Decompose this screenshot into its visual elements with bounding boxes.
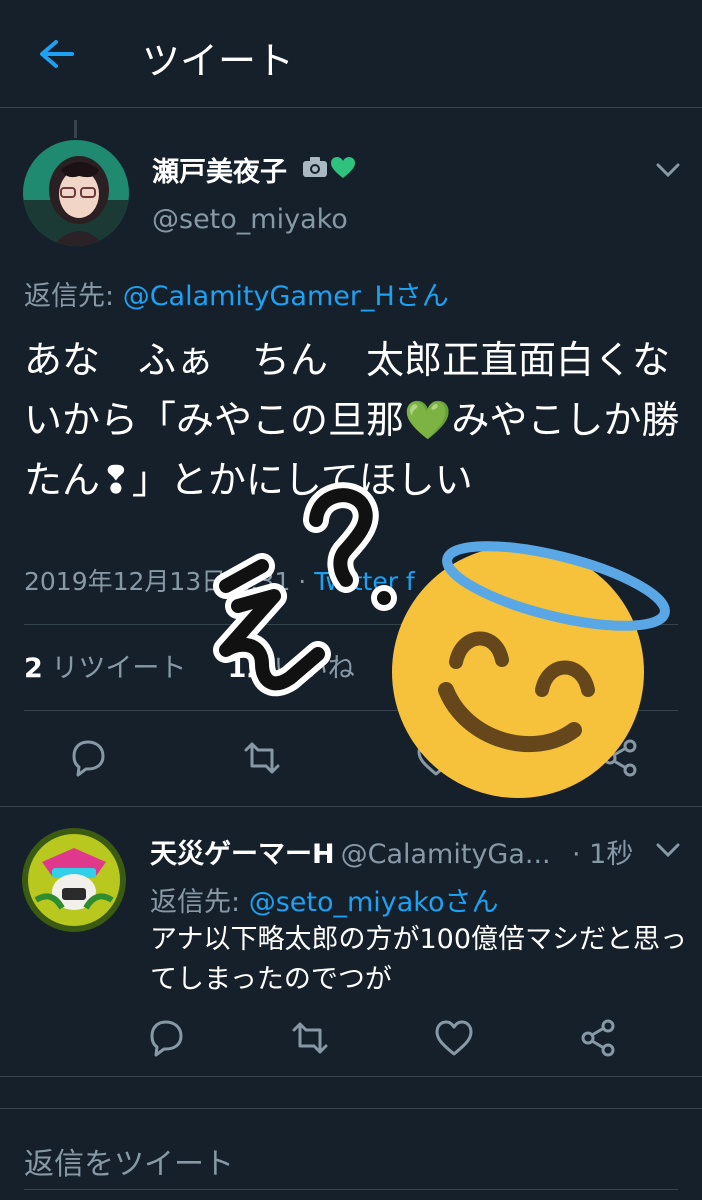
tweet-time: 1:31 · bbox=[234, 567, 315, 596]
retweet-icon[interactable] bbox=[288, 1016, 332, 1060]
user-handle[interactable]: @seto_miyako bbox=[152, 204, 348, 235]
section-divider bbox=[0, 806, 702, 807]
page-title: ツイート bbox=[142, 39, 295, 83]
reply-display-name[interactable]: 天災ゲーマーH bbox=[150, 832, 335, 871]
top-bar: ツイート bbox=[0, 0, 702, 108]
like-label[interactable]: いいね bbox=[274, 653, 355, 684]
tweet-source-link[interactable]: Twitter f bbox=[314, 567, 415, 596]
retweet-icon[interactable] bbox=[240, 736, 284, 780]
arrow-left-icon[interactable] bbox=[30, 34, 80, 74]
chevron-down-icon[interactable] bbox=[654, 160, 682, 180]
reply-to-prefix: 返信先: bbox=[150, 887, 249, 918]
divider bbox=[24, 624, 678, 625]
display-name[interactable]: 瀬戸美夜子 bbox=[152, 150, 287, 189]
green-heart-icon bbox=[331, 157, 355, 178]
share-icon[interactable] bbox=[598, 736, 642, 780]
avatar-image bbox=[23, 140, 129, 246]
tweet-stats: 2 リツイート 12 いいね bbox=[24, 646, 355, 685]
reply-to-user-link[interactable]: @CalamityGamer_Hさん bbox=[123, 281, 449, 312]
compose-underline bbox=[24, 1189, 678, 1190]
like-icon[interactable] bbox=[414, 736, 458, 780]
thread-connector bbox=[74, 120, 77, 138]
reply-icon[interactable] bbox=[66, 736, 110, 780]
reply-to-prefix: 返信先: bbox=[24, 281, 123, 312]
tweet-meta: 2019年12月13日 1:31 · Twitter f bbox=[24, 562, 415, 598]
reply-to-line: 返信先: @CalamityGamer_Hさん bbox=[24, 274, 449, 313]
like-icon[interactable] bbox=[432, 1016, 476, 1060]
chevron-down-icon[interactable] bbox=[654, 840, 682, 860]
retweet-label[interactable]: リツイート bbox=[51, 653, 186, 684]
reply-compose-input[interactable]: 返信をツイート bbox=[24, 1139, 234, 1183]
section-divider bbox=[0, 1076, 702, 1077]
retweet-count[interactable]: 2 bbox=[24, 653, 43, 684]
like-count[interactable]: 12 bbox=[228, 653, 266, 684]
compose-bar: 返信をツイート bbox=[0, 1108, 702, 1200]
tweet-date: 2019年12月13日 bbox=[24, 567, 235, 596]
reply-text: アナ以下略太郎の方が100億倍マシだと思ってしまったのでつが bbox=[150, 924, 687, 995]
reply-header: 天災ゲーマーH @CalamityGa... · 1秒 bbox=[150, 832, 650, 871]
reply-time[interactable]: · 1秒 bbox=[572, 832, 633, 871]
reply-avatar[interactable] bbox=[22, 828, 126, 932]
reply-user-handle[interactable]: @CalamityGa... bbox=[341, 839, 551, 870]
camera-icon bbox=[303, 157, 327, 177]
share-icon[interactable] bbox=[576, 1016, 620, 1060]
reply-to-line: 返信先: @seto_miyakoさん bbox=[150, 880, 499, 919]
name-badges bbox=[302, 156, 356, 180]
tweet-text: あな ふぁ ちん 太郎正直面白くないから「みやこの旦那💚みやこしか勝たん❢」とか… bbox=[24, 338, 680, 502]
avatar[interactable] bbox=[23, 140, 129, 246]
avatar-image bbox=[22, 828, 126, 932]
divider bbox=[24, 710, 678, 711]
reply-icon[interactable] bbox=[144, 1016, 188, 1060]
reply-to-user-link[interactable]: @seto_miyakoさん bbox=[249, 887, 499, 918]
